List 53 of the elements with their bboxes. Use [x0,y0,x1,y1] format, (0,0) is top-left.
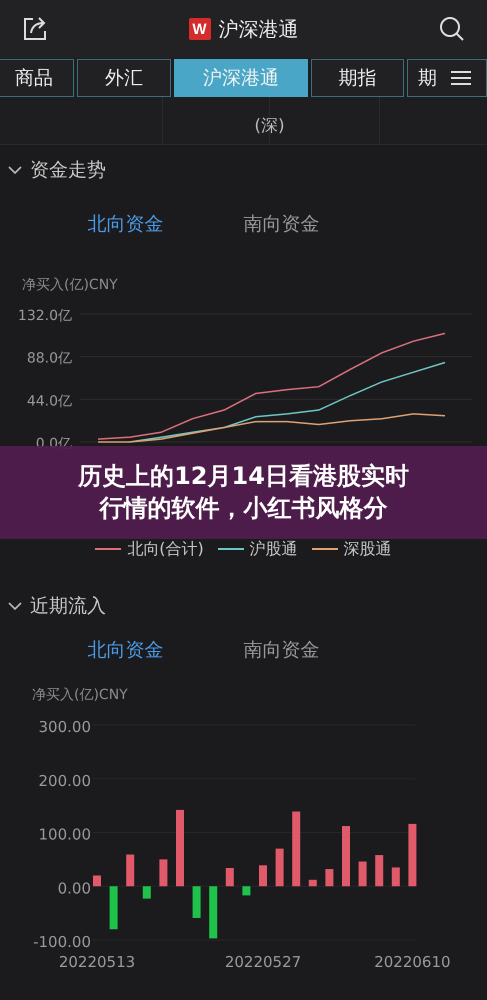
tick-label: 20220610 [374,953,451,971]
bar [392,867,400,886]
tick-label: 0.00 [58,879,91,898]
banner-title: 历史上的12月14日看港股实时行情的软件，小红书风格分 [76,461,410,524]
bar [126,854,134,886]
share-icon[interactable] [22,16,48,42]
tick-label: 100.00 [38,826,91,844]
bar [159,859,168,886]
bar [226,868,234,886]
subtab[interactable]: 北向资金 [88,637,164,663]
market-tab[interactable]: 商品 [0,59,74,97]
bar [93,876,101,886]
market-tab[interactable]: 期指 [311,59,404,97]
tick-label: 132.0亿 [18,308,72,324]
section-title: 资金走势 [30,158,106,183]
chevron-icon[interactable] [8,165,22,175]
bar [408,824,416,886]
legend-label: 深股通 [344,538,392,560]
tick-label: -100.00 [33,933,91,951]
bar [342,826,350,886]
bar [192,886,201,918]
tick-label: 20220513 [58,953,136,971]
bar [375,855,384,886]
bar [142,886,151,899]
tick-label: 300.00 [38,718,91,736]
tick-label: 44.0亿 [26,393,72,410]
axis-label: 净买入(亿)CNY [22,277,118,293]
market-tab[interactable]: 外汇 [77,59,171,97]
tick-label: 88.0亿 [26,350,72,367]
page-title: 沪深港通 [218,16,298,42]
bar [358,862,367,886]
subtab[interactable]: 北向资金 [88,211,164,237]
chevron-icon[interactable] [8,601,22,611]
bar [259,865,267,886]
market-tab[interactable]: 期 [407,59,487,97]
tick-label: 0.0亿 [36,436,72,452]
search-icon[interactable] [439,16,465,42]
table-cell-text: (深) [254,115,285,137]
menu-icon[interactable] [451,70,471,86]
tick-label: 20220527 [224,953,302,971]
subtab[interactable]: 南向资金 [244,211,320,237]
bar [325,869,334,886]
legend-label: 沪股通 [250,538,298,560]
bar [110,886,118,930]
section-title: 近期流入 [30,594,106,619]
bar [308,880,317,886]
bar [209,886,218,938]
app-logo: W [188,18,210,40]
bar [276,848,284,886]
axis-label: 净买入(亿)CNY [32,687,128,703]
legend-label: 北向(合计) [127,538,204,560]
subtab[interactable]: 南向资金 [244,637,320,663]
tick-label: 200.00 [38,772,91,790]
